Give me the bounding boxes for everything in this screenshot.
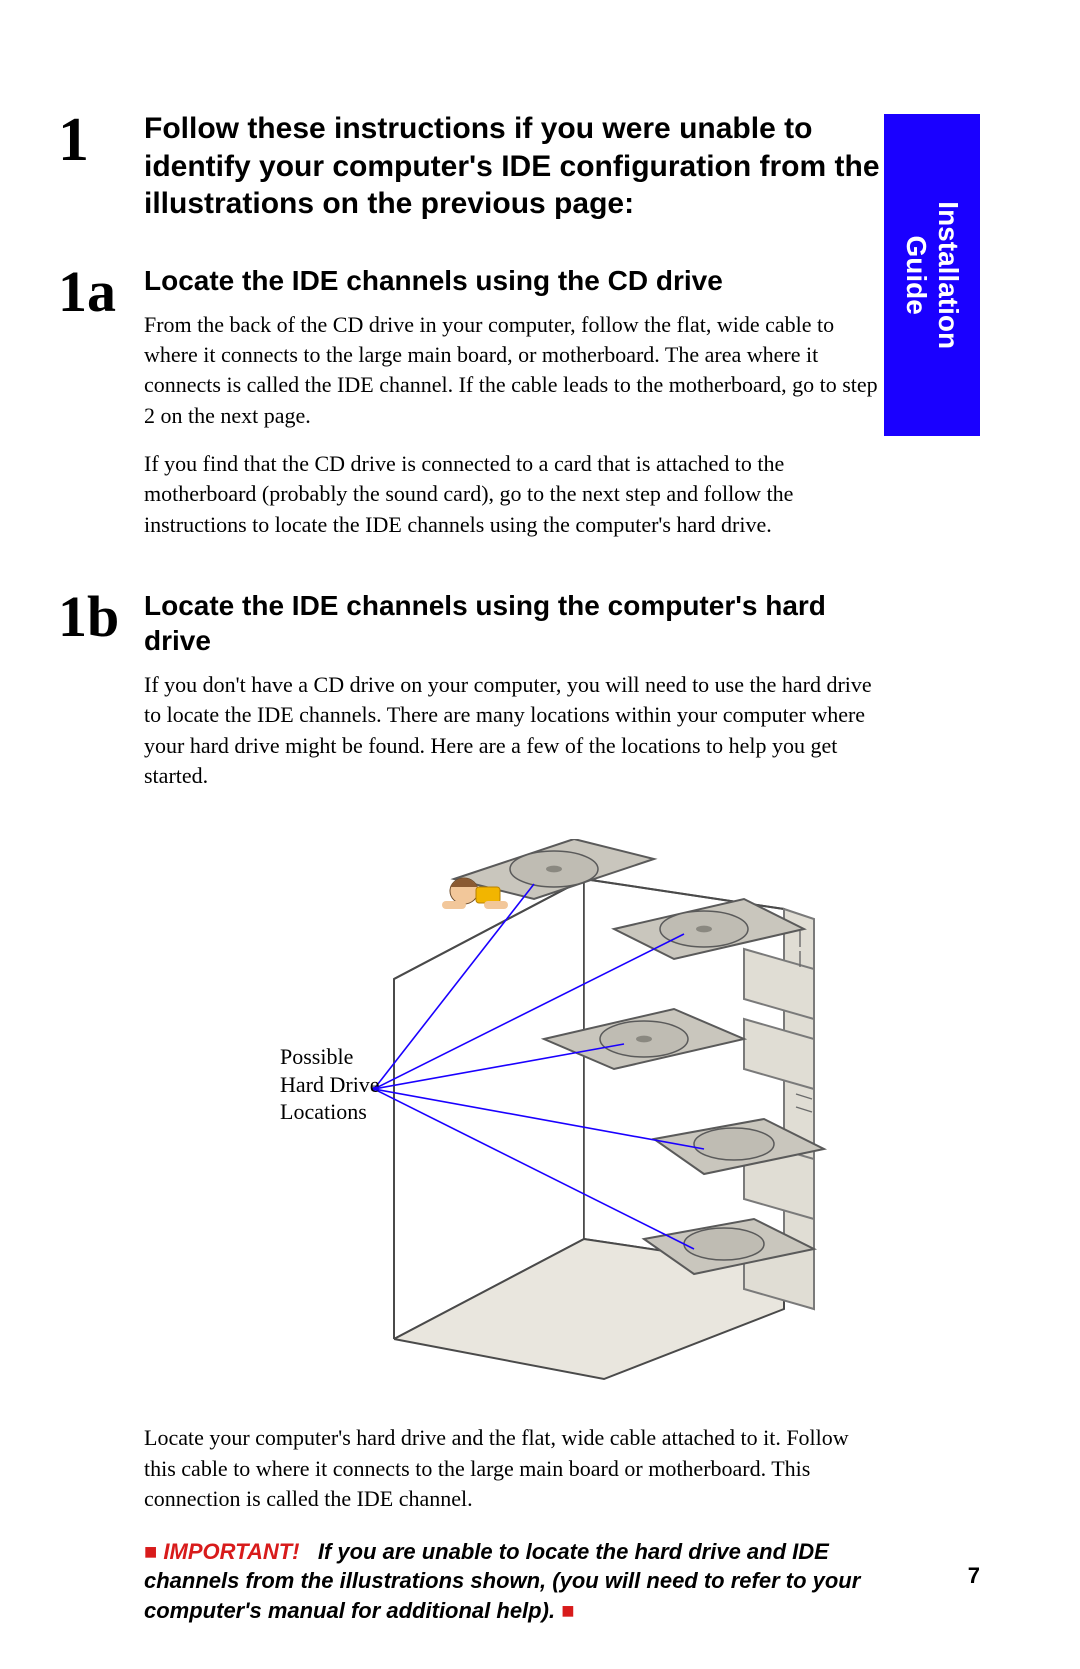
- step-1a: 1a Locate the IDE channels using the CD …: [58, 263, 880, 559]
- page-number: 7: [968, 1563, 980, 1589]
- page: Installation Guide 1 Follow these instru…: [0, 0, 1080, 1669]
- step-number-1b: 1b: [58, 594, 144, 640]
- figure-label: Possible Hard Drive Locations: [280, 1043, 380, 1126]
- step-1: 1 Follow these instructions if you were …: [58, 110, 880, 233]
- important-keyword: IMPORTANT!: [163, 1539, 299, 1564]
- figure-label-line3: Locations: [280, 1099, 367, 1124]
- figure-label-line1: Possible: [280, 1044, 353, 1069]
- content: 1 Follow these instructions if you were …: [58, 110, 880, 1648]
- step-1a-paragraph-1: From the back of the CD drive in your co…: [144, 310, 880, 431]
- figure-label-line2: Hard Drive: [280, 1072, 380, 1097]
- important-square-icon: ■: [144, 1539, 157, 1564]
- side-tab-line2: Guide: [901, 235, 932, 314]
- step-1b-paragraph-1: If you don't have a CD drive on your com…: [144, 670, 880, 791]
- hard-drive-locations-figure: Possible Hard Drive Locations: [184, 839, 864, 1399]
- side-tab-line1: Installation: [933, 201, 964, 349]
- step-1a-title: Locate the IDE channels using the CD dri…: [144, 263, 880, 298]
- step-number-1a: 1a: [58, 269, 144, 315]
- step-number-1: 1: [58, 116, 144, 166]
- important-note: ■ IMPORTANT! If you are unable to locate…: [144, 1537, 880, 1626]
- side-tab-installation-guide: Installation Guide: [884, 114, 980, 436]
- step-1-title: Follow these instructions if you were un…: [144, 110, 880, 223]
- step-1b-paragraph-2: Locate your computer's hard drive and th…: [144, 1423, 880, 1514]
- step-1b: 1b Locate the IDE channels using the com…: [58, 588, 880, 809]
- step-1a-paragraph-2: If you find that the CD drive is connect…: [144, 449, 880, 540]
- step-1b-title: Locate the IDE channels using the comput…: [144, 588, 880, 658]
- important-end-square-icon: ■: [561, 1598, 574, 1623]
